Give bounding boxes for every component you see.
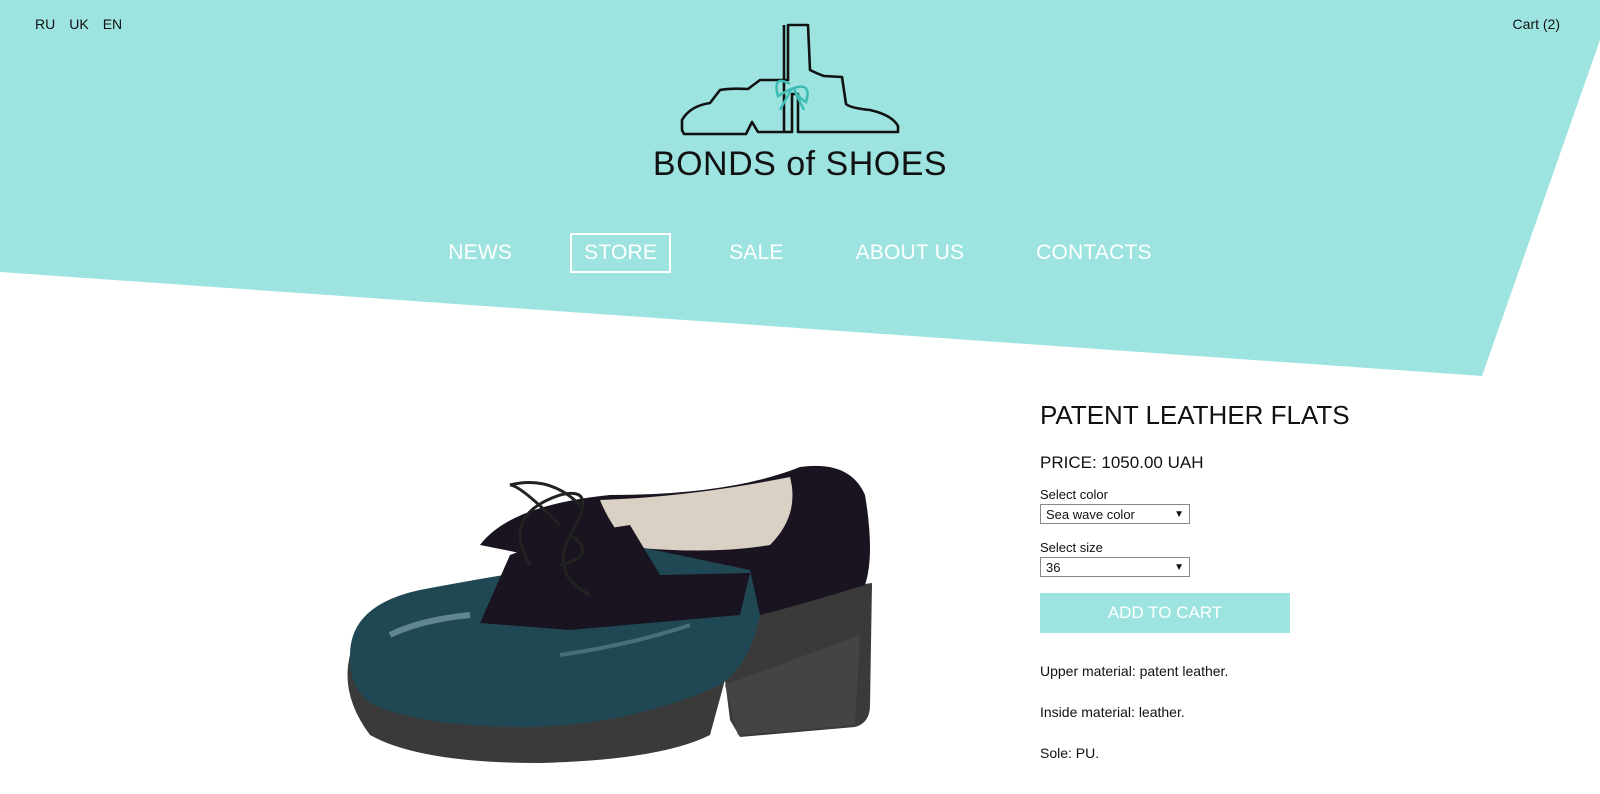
language-switcher: RU UK EN [35,16,136,32]
spec-upper-material: Upper material: patent leather. [1040,663,1229,679]
nav-contacts[interactable]: CONTACTS [1022,233,1166,273]
shoe-bow-logo-icon [680,23,900,136]
product-price: PRICE: 1050.00 UAH [1040,453,1204,472]
teal-patent-lace-up-shoe-icon [347,465,872,763]
size-select[interactable]: 36 ▼ [1040,557,1190,577]
nav-news[interactable]: NEWS [434,233,526,273]
color-select-value: Sea wave color [1046,506,1135,522]
nav-sale[interactable]: SALE [715,233,798,273]
size-select-value: 36 [1046,559,1061,575]
nav-about-us[interactable]: ABOUT US [842,233,979,273]
spec-inside-material: Inside material: leather. [1040,704,1185,720]
color-label: Select color [1040,487,1108,502]
product-title: PATENT LEATHER FLATS [1040,400,1350,430]
color-select[interactable]: Sea wave color ▼ [1040,504,1190,524]
cart-link[interactable]: Cart (2) [1513,16,1560,32]
chevron-down-icon: ▼ [1174,508,1184,520]
nav-store[interactable]: STORE [570,233,672,273]
spec-sole: Sole: PU. [1040,745,1100,761]
lang-ru[interactable]: RU [35,16,55,32]
lang-en[interactable]: EN [103,16,122,32]
product-image[interactable] [330,455,900,785]
chevron-down-icon: ▼ [1174,561,1184,573]
product-details: PATENT LEATHER FLATS PRICE: 1050.00 UAH … [1040,400,1460,786]
add-to-cart-button[interactable]: ADD TO CART [1040,593,1290,633]
brand-logo[interactable]: BONDS of SHOES [580,10,1020,210]
main-nav: NEWS STORE SALE ABOUT US CONTACTS [0,233,1600,273]
size-label: Select size [1040,540,1103,555]
lang-uk[interactable]: UK [69,16,88,32]
brand-name: BONDS of SHOES [652,145,948,183]
